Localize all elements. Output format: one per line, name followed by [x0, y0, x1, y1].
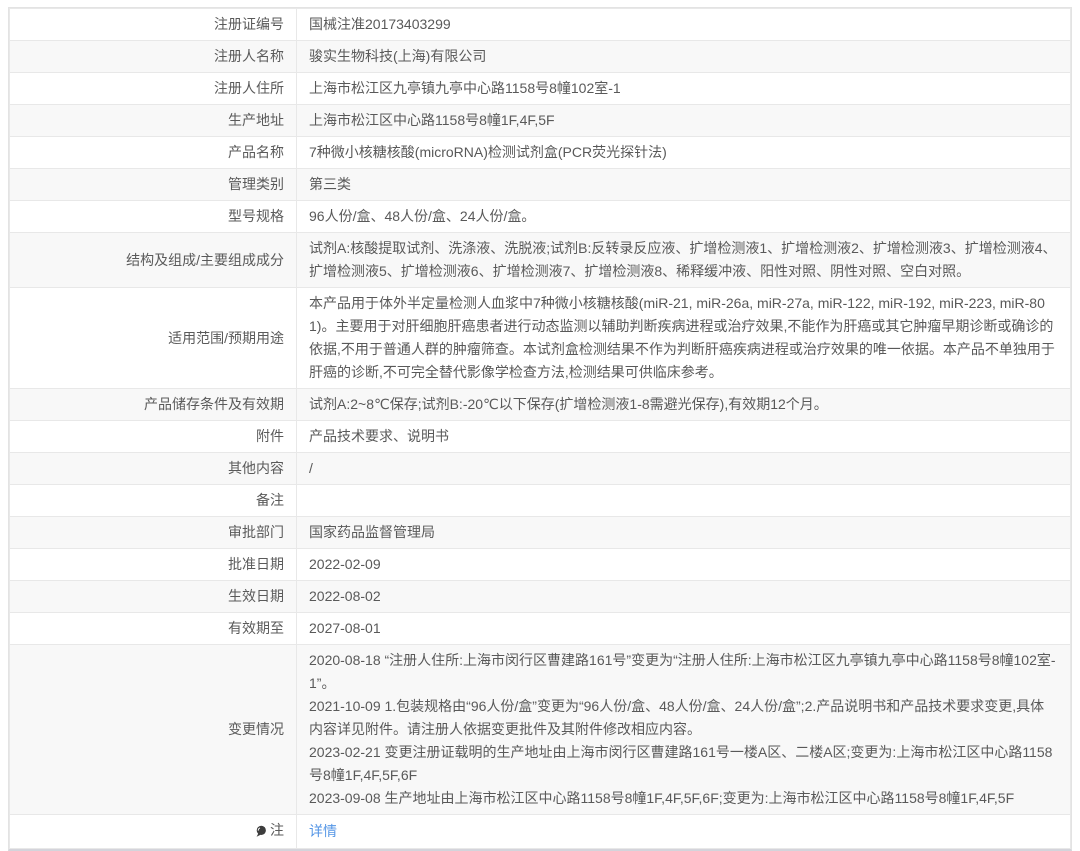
table-row: 产品名称7种微小核糖核酸(microRNA)检测试剂盒(PCR荧光探针法) [10, 137, 1071, 169]
table-row: 审批部门国家药品监督管理局 [10, 517, 1071, 549]
change-record-line: 2021-10-09 1.包装规格由“96人份/盒”变更为“96人份/盒、48人… [309, 695, 1058, 741]
row-label: 注册人名称 [10, 41, 297, 73]
table-row: 注册人住所上海市松江区九亭镇九亭中心路1158号8幢102室-1 [10, 73, 1071, 105]
row-label: 结构及组成/主要组成成分 [10, 233, 297, 288]
row-label-text: 注 [270, 819, 284, 842]
table-row: 其他内容/ [10, 453, 1071, 485]
row-label: 产品储存条件及有效期 [10, 389, 297, 421]
table-row: 型号规格96人份/盒、48人份/盒、24人份/盒。 [10, 201, 1071, 233]
row-value: 上海市松江区九亭镇九亭中心路1158号8幢102室-1 [297, 73, 1071, 105]
note-icon [255, 825, 267, 838]
row-value: 2022-02-09 [297, 549, 1071, 581]
row-value: 产品技术要求、说明书 [297, 421, 1071, 453]
row-label: 注册人住所 [10, 73, 297, 105]
table-row: 注 详情 [10, 815, 1071, 849]
change-record-line: 2023-09-08 生产地址由上海市松江区中心路1158号8幢1F,4F,5F… [309, 787, 1058, 810]
change-record-line: 2023-02-21 变更注册证载明的生产地址由上海市闵行区曹建路161号一楼A… [309, 741, 1058, 787]
row-value: 国械注准20173403299 [297, 9, 1071, 41]
row-label: 附件 [10, 421, 297, 453]
table-row: 生产地址上海市松江区中心路1158号8幢1F,4F,5F [10, 105, 1071, 137]
table-row: 备注 [10, 485, 1071, 517]
registration-table: 注册证编号国械注准20173403299注册人名称骏实生物科技(上海)有限公司注… [9, 8, 1071, 849]
table-row: 注册证编号国械注准20173403299 [10, 9, 1071, 41]
row-label: 备注 [10, 485, 297, 517]
row-value [297, 485, 1071, 517]
change-record-line: 2020-08-18 “注册人住所:上海市闵行区曹建路161号”变更为“注册人住… [309, 649, 1058, 695]
row-value: 2027-08-01 [297, 613, 1071, 645]
row-value: 试剂A:核酸提取试剂、洗涤液、洗脱液;试剂B:反转录反应液、扩增检测液1、扩增检… [297, 233, 1071, 288]
row-value: 国家药品监督管理局 [297, 517, 1071, 549]
table-row: 管理类别第三类 [10, 169, 1071, 201]
row-label: 变更情况 [10, 645, 297, 815]
row-label: 型号规格 [10, 201, 297, 233]
table-row: 注册人名称骏实生物科技(上海)有限公司 [10, 41, 1071, 73]
row-label: 生效日期 [10, 581, 297, 613]
registration-card: 注册证编号国械注准20173403299注册人名称骏实生物科技(上海)有限公司注… [8, 7, 1072, 851]
table-row: 批准日期2022-02-09 [10, 549, 1071, 581]
row-value: 上海市松江区中心路1158号8幢1F,4F,5F [297, 105, 1071, 137]
note-label-group: 注 [255, 819, 284, 842]
row-value: 试剂A:2~8℃保存;试剂B:-20℃以下保存(扩增检测液1-8需避光保存),有… [297, 389, 1071, 421]
row-value: 本产品用于体外半定量检测人血浆中7种微小核糖核酸(miR-21, miR-26a… [297, 288, 1071, 389]
row-value: 7种微小核糖核酸(microRNA)检测试剂盒(PCR荧光探针法) [297, 137, 1071, 169]
table-row: 结构及组成/主要组成成分试剂A:核酸提取试剂、洗涤液、洗脱液;试剂B:反转录反应… [10, 233, 1071, 288]
row-label: 适用范围/预期用途 [10, 288, 297, 389]
row-value: / [297, 453, 1071, 485]
table-row: 变更情况 2020-08-18 “注册人住所:上海市闵行区曹建路161号”变更为“… [10, 645, 1071, 815]
row-label: 审批部门 [10, 517, 297, 549]
row-label: 有效期至 [10, 613, 297, 645]
row-value: 2022-08-02 [297, 581, 1071, 613]
row-value: 2020-08-18 “注册人住所:上海市闵行区曹建路161号”变更为“注册人住… [297, 645, 1071, 815]
table-row: 附件产品技术要求、说明书 [10, 421, 1071, 453]
table-row: 有效期至2027-08-01 [10, 613, 1071, 645]
table-row: 适用范围/预期用途本产品用于体外半定量检测人血浆中7种微小核糖核酸(miR-21… [10, 288, 1071, 389]
table-row: 生效日期2022-08-02 [10, 581, 1071, 613]
row-value: 骏实生物科技(上海)有限公司 [297, 41, 1071, 73]
row-value: 第三类 [297, 169, 1071, 201]
row-label: 注册证编号 [10, 9, 297, 41]
row-label: 生产地址 [10, 105, 297, 137]
registration-detail-page: 注册证编号国械注准20173403299注册人名称骏实生物科技(上海)有限公司注… [8, 7, 1072, 851]
row-label: 产品名称 [10, 137, 297, 169]
row-label: 其他内容 [10, 453, 297, 485]
table-row: 产品储存条件及有效期试剂A:2~8℃保存;试剂B:-20℃以下保存(扩增检测液1… [10, 389, 1071, 421]
row-label: 管理类别 [10, 169, 297, 201]
detail-link[interactable]: 详情 [309, 823, 337, 839]
registration-table-body: 注册证编号国械注准20173403299注册人名称骏实生物科技(上海)有限公司注… [10, 9, 1071, 849]
row-label: 注 [10, 815, 297, 849]
row-value: 96人份/盒、48人份/盒、24人份/盒。 [297, 201, 1071, 233]
row-label: 批准日期 [10, 549, 297, 581]
row-value: 详情 [297, 815, 1071, 849]
